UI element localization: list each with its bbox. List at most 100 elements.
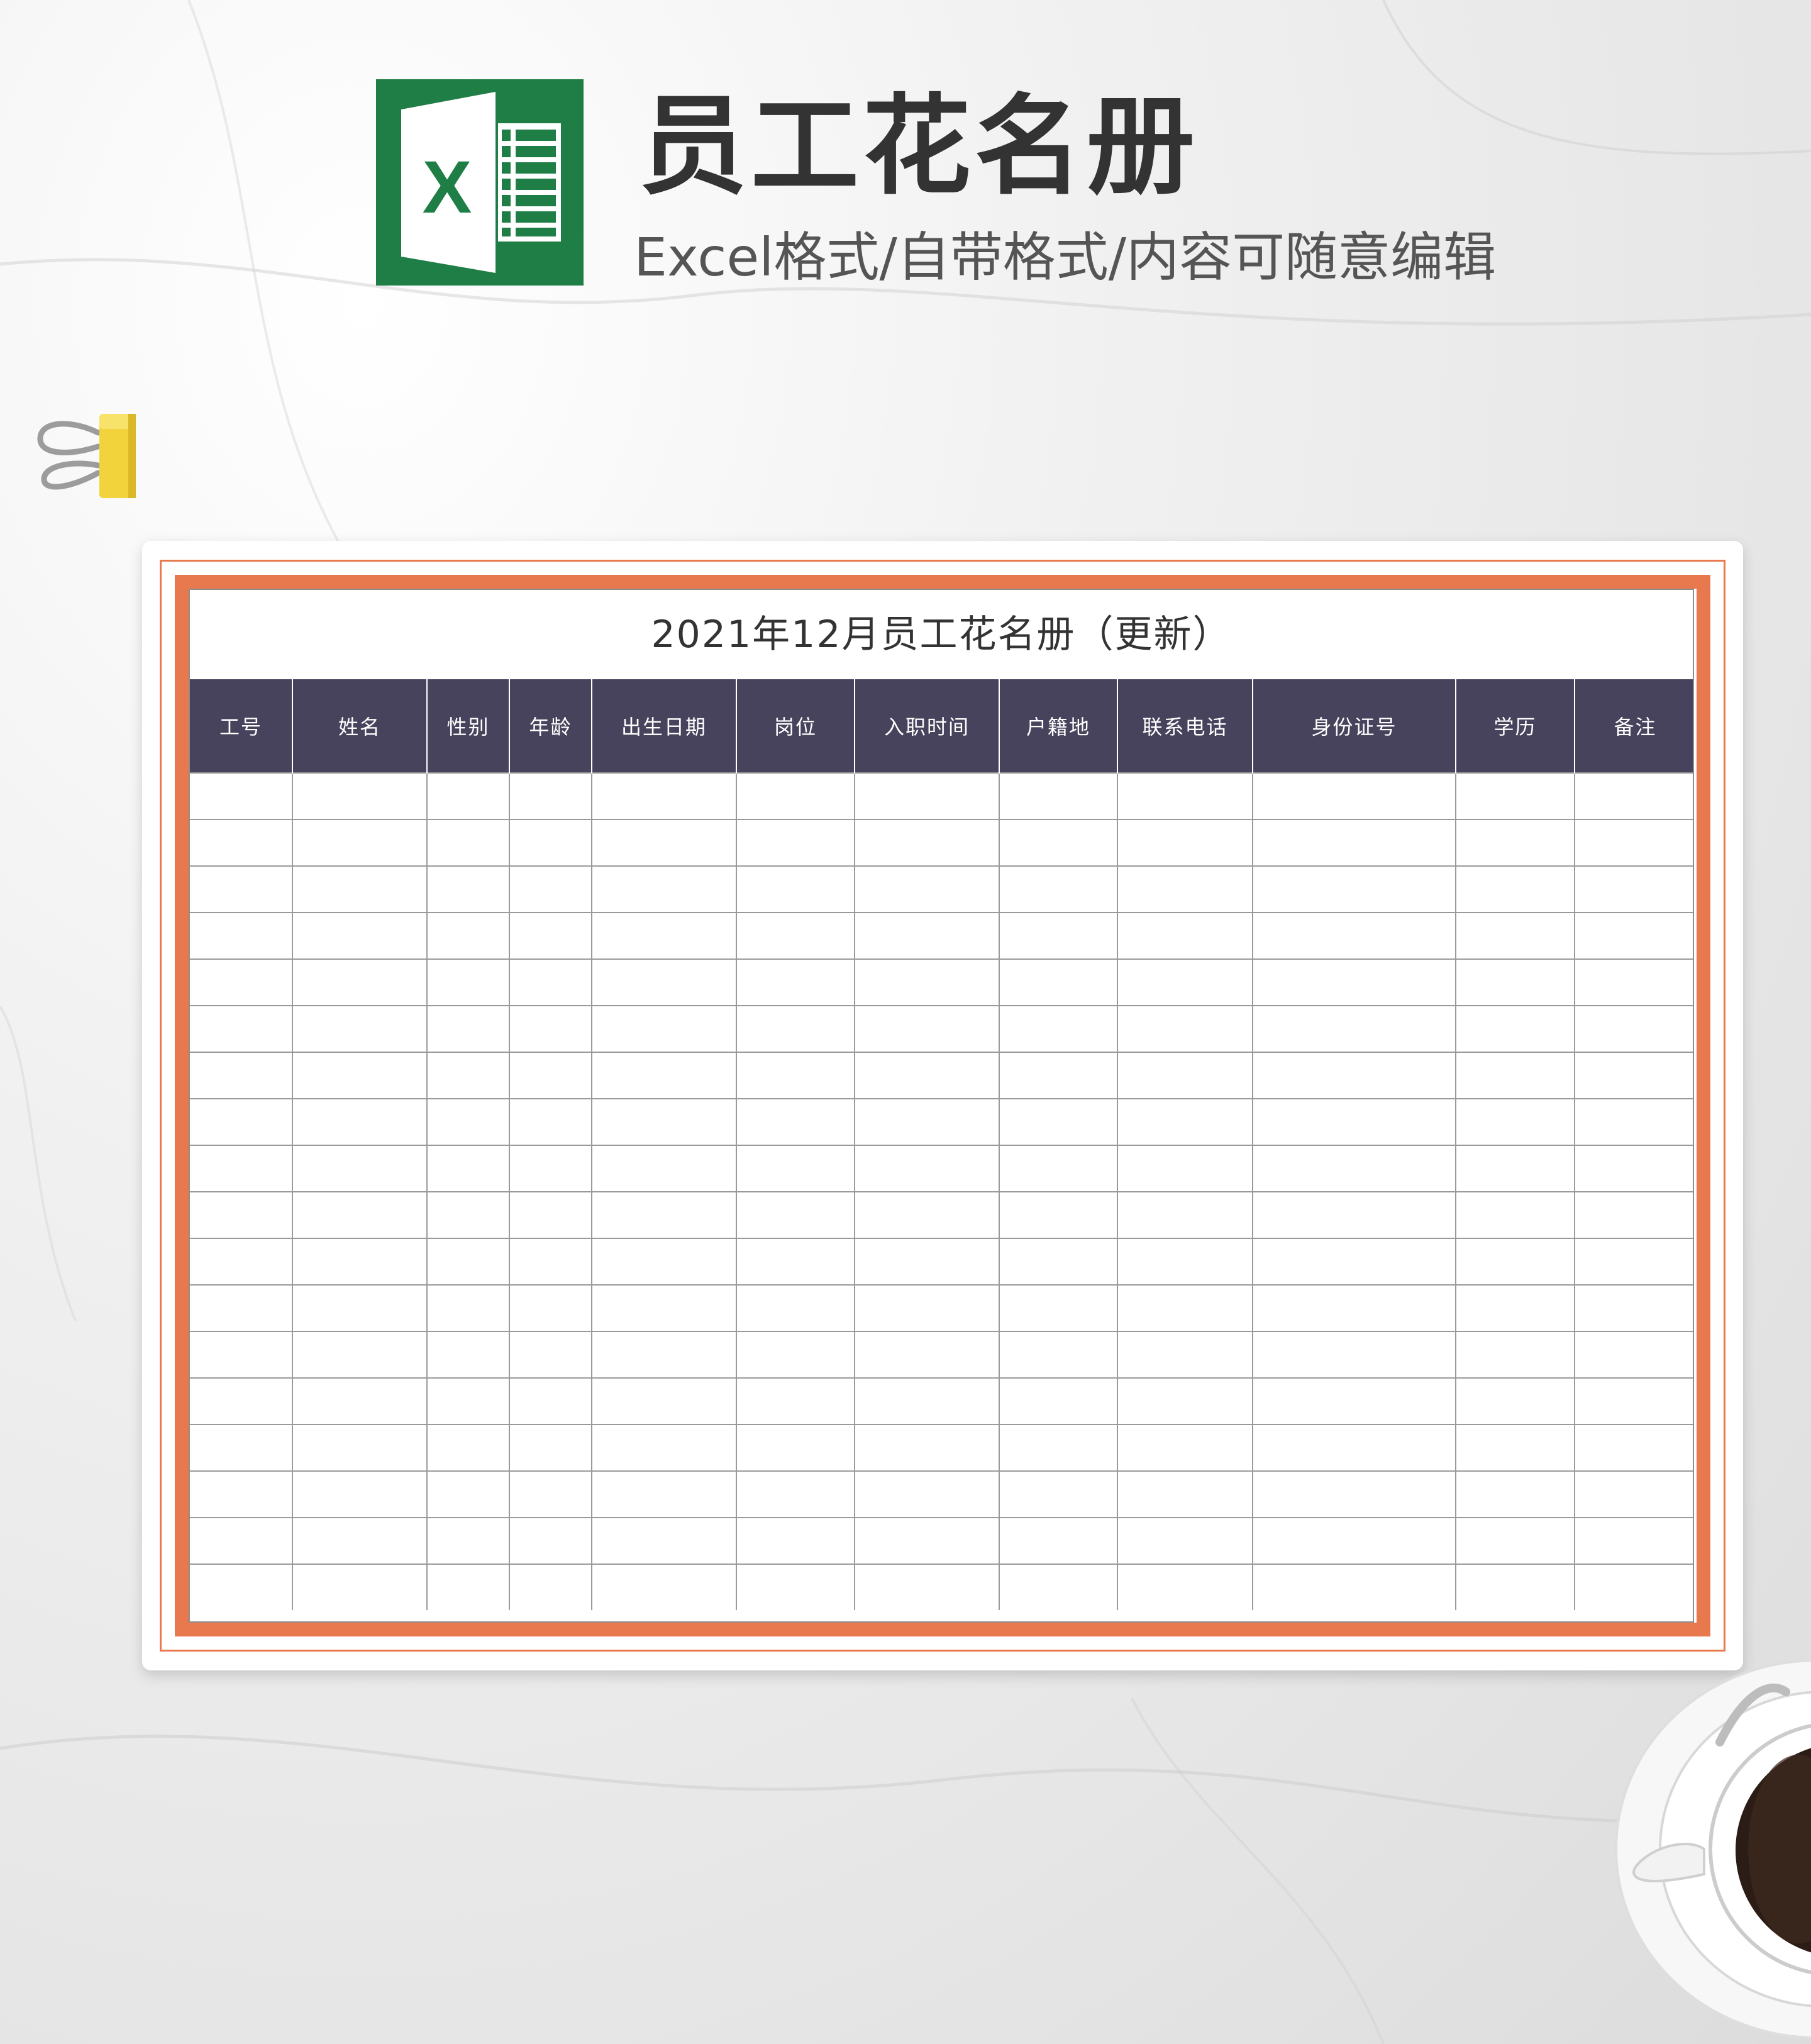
table-cell[interactable] — [1574, 1564, 1693, 1610]
table-cell[interactable] — [854, 1470, 1000, 1518]
table-cell[interactable] — [1574, 1284, 1693, 1332]
table-cell[interactable] — [999, 958, 1118, 1006]
table-cell[interactable] — [854, 1005, 1000, 1053]
table-cell[interactable] — [591, 865, 737, 913]
table-cell[interactable] — [1574, 1331, 1693, 1379]
table-cell[interactable] — [509, 1377, 592, 1425]
table-cell[interactable] — [509, 1470, 592, 1518]
table-cell[interactable] — [292, 1052, 428, 1099]
table-cell[interactable] — [426, 1098, 510, 1146]
table-cell[interactable] — [854, 1052, 1000, 1099]
table-cell[interactable] — [591, 772, 737, 820]
table-cell[interactable] — [509, 1564, 592, 1610]
table-cell[interactable] — [854, 1517, 1000, 1565]
table-cell[interactable] — [999, 1005, 1118, 1053]
table-cell[interactable] — [292, 1331, 428, 1379]
table-cell[interactable] — [1574, 1238, 1693, 1286]
table-cell[interactable] — [1455, 1052, 1575, 1099]
table-cell[interactable] — [999, 1377, 1118, 1425]
table-cell[interactable] — [292, 819, 428, 867]
table-cell[interactable] — [736, 1191, 855, 1239]
table-cell[interactable] — [1252, 1470, 1456, 1518]
table-cell[interactable] — [736, 1470, 855, 1518]
table-cell[interactable] — [591, 1284, 737, 1332]
table-cell[interactable] — [426, 1238, 510, 1286]
table-cell[interactable] — [1574, 1470, 1693, 1518]
table-cell[interactable] — [509, 1517, 592, 1565]
table-cell[interactable] — [1252, 1424, 1456, 1472]
table-cell[interactable] — [190, 1564, 293, 1610]
table-cell[interactable] — [426, 1331, 510, 1379]
table-cell[interactable] — [1117, 819, 1253, 867]
table-cell[interactable] — [426, 912, 510, 960]
table-cell[interactable] — [1455, 1517, 1575, 1565]
table-cell[interactable] — [1252, 1517, 1456, 1565]
table-cell[interactable] — [736, 1517, 855, 1565]
table-cell[interactable] — [1252, 772, 1456, 820]
table-cell[interactable] — [1455, 819, 1575, 867]
table-cell[interactable] — [591, 912, 737, 960]
table-cell[interactable] — [999, 912, 1118, 960]
table-cell[interactable] — [1117, 1238, 1253, 1286]
table-cell[interactable] — [190, 1191, 293, 1239]
table-cell[interactable] — [999, 1098, 1118, 1146]
table-cell[interactable] — [854, 1238, 1000, 1286]
table-cell[interactable] — [1252, 819, 1456, 867]
table-cell[interactable] — [1252, 1052, 1456, 1099]
table-cell[interactable] — [1117, 1377, 1253, 1425]
table-cell[interactable] — [999, 1052, 1118, 1099]
table-cell[interactable] — [426, 1470, 510, 1518]
table-cell[interactable] — [854, 1145, 1000, 1192]
table-cell[interactable] — [1117, 958, 1253, 1006]
table-cell[interactable] — [190, 1517, 293, 1565]
table-cell[interactable] — [591, 958, 737, 1006]
table-cell[interactable] — [190, 1377, 293, 1425]
table-cell[interactable] — [426, 1517, 510, 1565]
table-cell[interactable] — [999, 1564, 1118, 1610]
table-cell[interactable] — [736, 1052, 855, 1099]
table-cell[interactable] — [292, 1517, 428, 1565]
table-cell[interactable] — [1574, 912, 1693, 960]
table-cell[interactable] — [426, 1284, 510, 1332]
table-cell[interactable] — [736, 1238, 855, 1286]
table-cell[interactable] — [292, 1238, 428, 1286]
table-cell[interactable] — [426, 1191, 510, 1239]
table-cell[interactable] — [292, 772, 428, 820]
table-cell[interactable] — [1252, 1238, 1456, 1286]
table-cell[interactable] — [292, 1098, 428, 1146]
table-cell[interactable] — [591, 1377, 737, 1425]
table-cell[interactable] — [1252, 1191, 1456, 1239]
table-cell[interactable] — [736, 1331, 855, 1379]
table-cell[interactable] — [190, 1424, 293, 1472]
table-cell[interactable] — [591, 1005, 737, 1053]
table-cell[interactable] — [854, 1284, 1000, 1332]
table-cell[interactable] — [509, 1191, 592, 1239]
table-cell[interactable] — [190, 912, 293, 960]
table-cell[interactable] — [999, 865, 1118, 913]
table-cell[interactable] — [1117, 1005, 1253, 1053]
table-cell[interactable] — [1117, 1517, 1253, 1565]
table-cell[interactable] — [190, 1098, 293, 1146]
table-cell[interactable] — [854, 1377, 1000, 1425]
table-cell[interactable] — [509, 1238, 592, 1286]
table-cell[interactable] — [426, 1564, 510, 1610]
table-cell[interactable] — [1252, 1098, 1456, 1146]
table-cell[interactable] — [1117, 1098, 1253, 1146]
table-cell[interactable] — [426, 958, 510, 1006]
table-cell[interactable] — [190, 1005, 293, 1053]
table-cell[interactable] — [190, 1470, 293, 1518]
table-cell[interactable] — [736, 865, 855, 913]
table-cell[interactable] — [854, 912, 1000, 960]
table-cell[interactable] — [190, 1331, 293, 1379]
table-cell[interactable] — [591, 1424, 737, 1472]
table-cell[interactable] — [1252, 958, 1456, 1006]
table-cell[interactable] — [854, 772, 1000, 820]
table-cell[interactable] — [999, 1238, 1118, 1286]
table-cell[interactable] — [190, 958, 293, 1006]
table-cell[interactable] — [854, 819, 1000, 867]
table-cell[interactable] — [1117, 772, 1253, 820]
table-cell[interactable] — [509, 912, 592, 960]
table-cell[interactable] — [292, 1284, 428, 1332]
table-cell[interactable] — [999, 1517, 1118, 1565]
table-cell[interactable] — [1574, 1191, 1693, 1239]
